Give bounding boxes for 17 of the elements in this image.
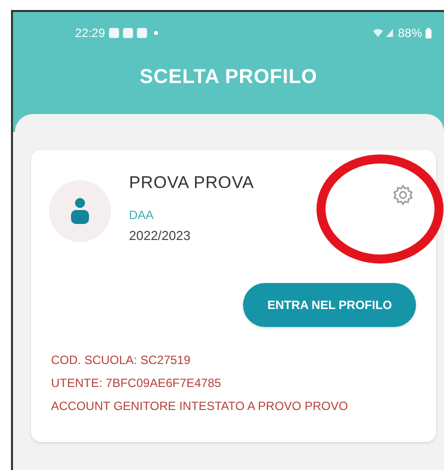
settings-icon[interactable] [392, 184, 414, 206]
battery-icon [425, 28, 432, 38]
screen-title: SCELTA PROFILO [138, 65, 318, 90]
account-detail: COD. SCUOLA: SC27519 [51, 352, 192, 369]
profile-name: PROVA PROVA [129, 172, 254, 194]
person-icon [71, 198, 89, 224]
battery-percent: 88% [398, 25, 422, 42]
notification-icon [109, 28, 120, 38]
notification-icon [137, 28, 148, 38]
school-year: 2022/2023 [129, 226, 192, 244]
account-detail: ACCOUNT GENITORE INTESTATO A PROVO PROVO [51, 398, 349, 415]
enter-profile-button[interactable]: ENTRA NEL PROFILO [243, 283, 416, 327]
account-detail: UTENTE: 7BFC09AE6F7E4785 [51, 375, 222, 392]
class-label: DAA [129, 206, 155, 224]
status-time: 22:29 [75, 25, 106, 42]
signal-icon [372, 28, 395, 38]
notification-icon [123, 28, 134, 38]
